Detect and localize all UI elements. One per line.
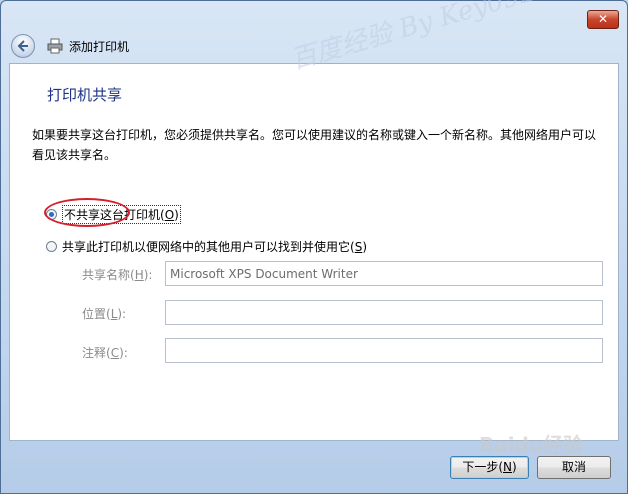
no-share-option[interactable]: 不共享这台打印机(O) [46, 205, 181, 224]
corner-watermark: Baidu经验 [479, 433, 584, 457]
back-arrow-icon [17, 40, 28, 52]
comment-input[interactable] [165, 338, 603, 363]
share-name-input[interactable] [165, 261, 603, 286]
location-label: 位置(L): [82, 307, 127, 321]
comment-label: 注释(C): [82, 346, 128, 360]
share-option[interactable]: 共享此打印机以便网络中的其他用户可以找到并使用它(S) [46, 238, 367, 255]
wizard-page: 打印机共享 如果要共享这台打印机，您必须提供共享名。您可以使用建议的名称或键入一… [9, 63, 619, 441]
printer-icon [47, 38, 63, 54]
cancel-button[interactable]: 取消 [537, 456, 611, 479]
no-share-label: 不共享这台打印机(O) [62, 205, 181, 224]
location-input[interactable] [165, 300, 603, 325]
page-description: 如果要共享这台打印机，您必须提供共享名。您可以使用建议的名称或键入一个新名称。其… [32, 128, 597, 162]
back-button[interactable] [11, 34, 35, 58]
close-button[interactable]: ✕ [587, 10, 619, 29]
next-button[interactable]: 下一步(N) [450, 456, 529, 479]
no-share-radio[interactable] [46, 209, 57, 220]
add-printer-window: ✕ 添加打印机 打印机共享 如果要共享这台打印机，您必须提供共享名。您可以使用建… [0, 0, 628, 494]
share-label: 共享此打印机以便网络中的其他用户可以找到并使用它(S) [62, 240, 367, 254]
share-radio[interactable] [46, 241, 57, 252]
window-title: 添加打印机 [69, 40, 130, 54]
share-name-label: 共享名称(H): [82, 268, 153, 282]
page-title: 打印机共享 [47, 86, 123, 104]
